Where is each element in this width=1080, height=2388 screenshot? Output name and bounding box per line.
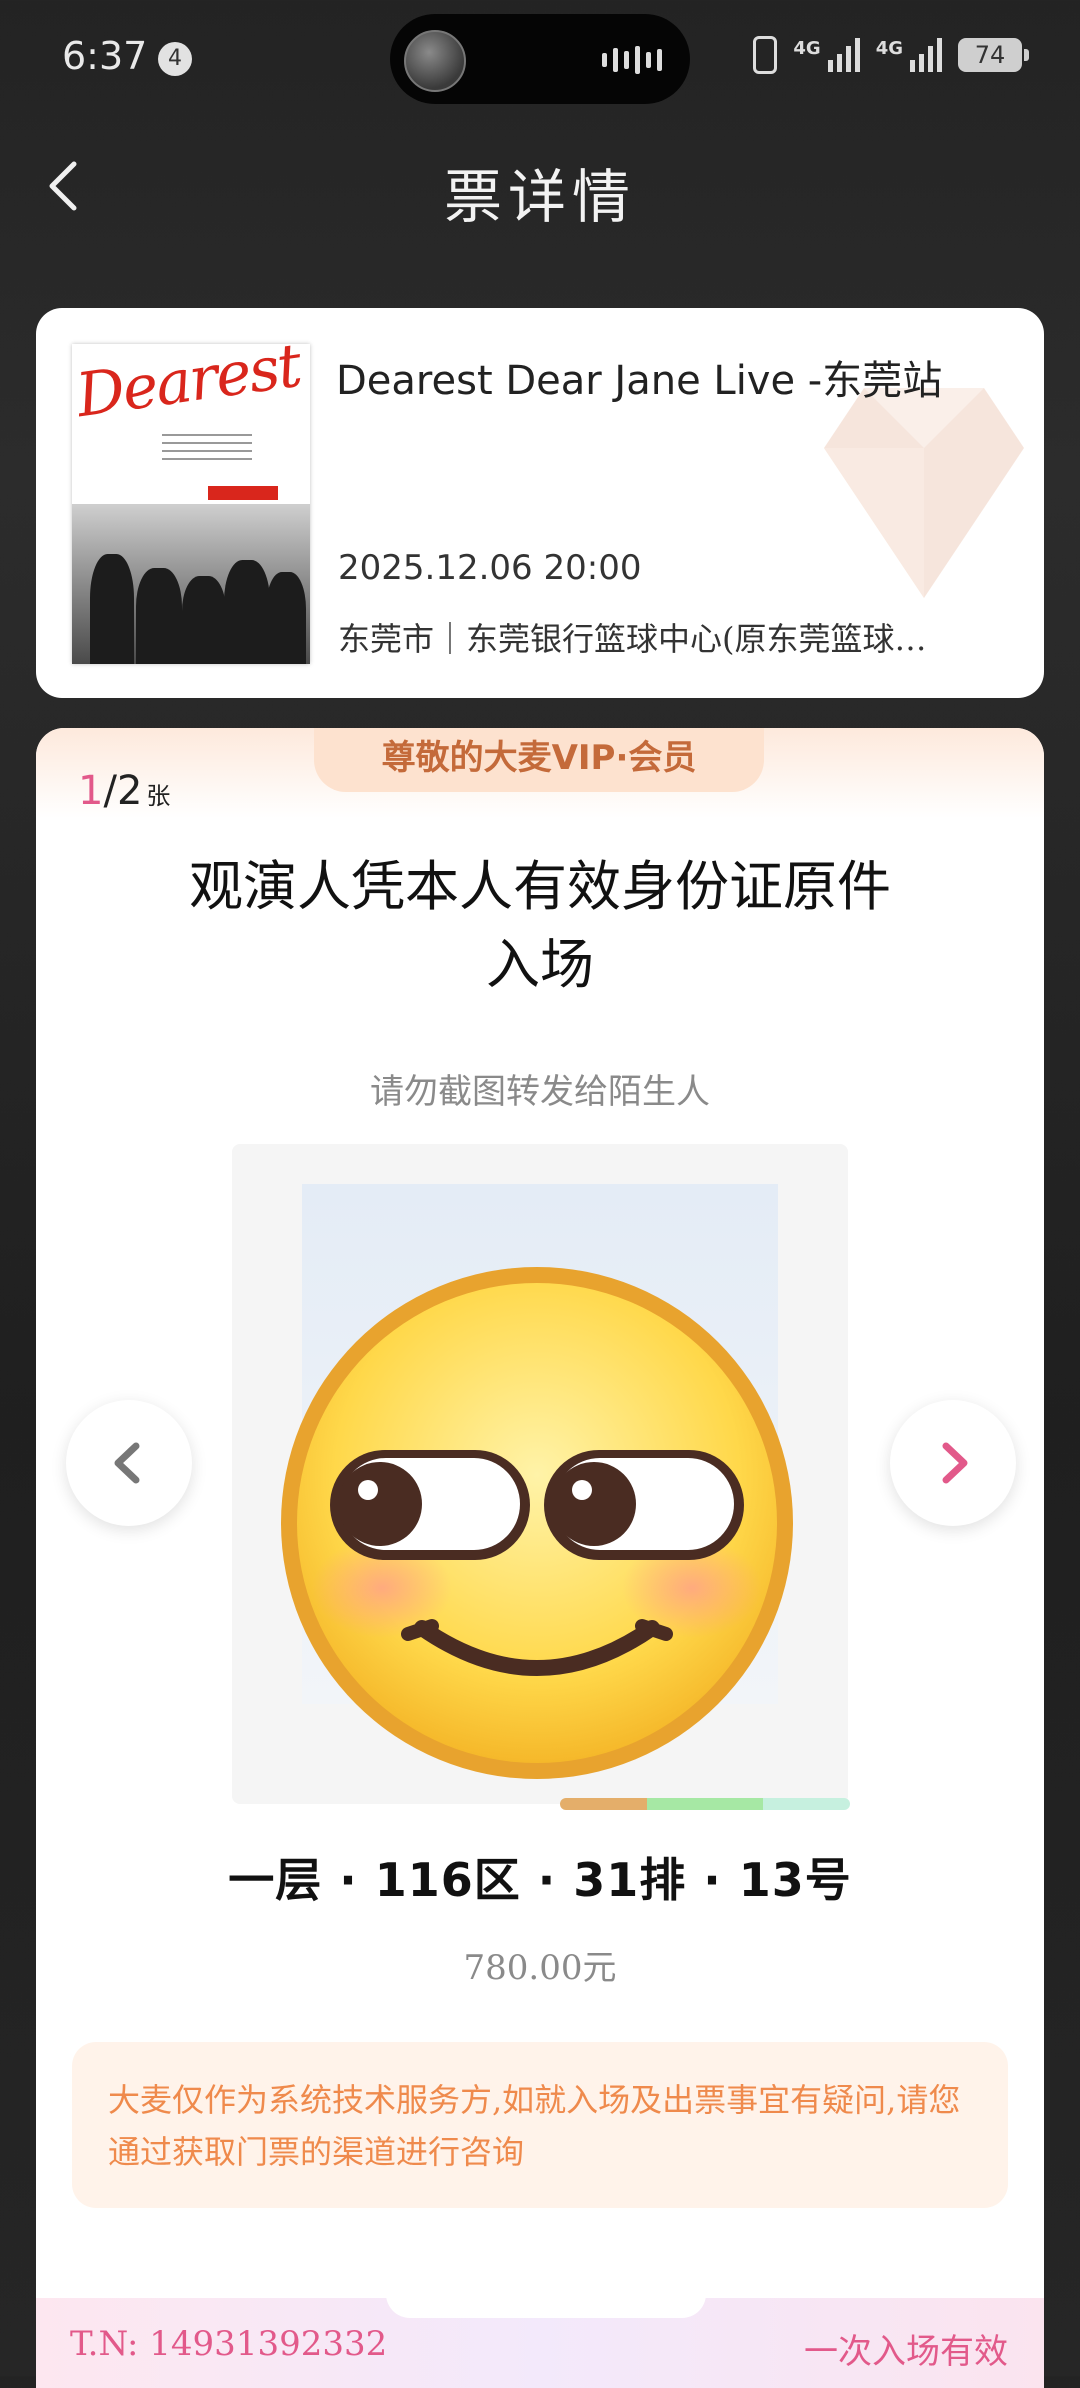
seat-info: 一层 · 116区 · 31排 · 13号 [228, 1853, 852, 1907]
vip-member-banner: 尊敬的大麦VIP·会员 [314, 728, 764, 792]
status-time: 6:37 [62, 34, 148, 78]
qr-refresh-progress [560, 1798, 850, 1810]
event-card[interactable]: Dearest Dearest Dear Jane Live -东莞站 2025… [36, 308, 1044, 698]
system-icons: 4G 4G 74 [753, 36, 1029, 74]
ticket-price: 780.00元 [463, 1948, 617, 1988]
notification-count-badge: 4 [158, 42, 192, 76]
event-poster: Dearest [72, 344, 310, 664]
page-title: 票详情 [443, 163, 636, 231]
chevron-right-icon [942, 1442, 968, 1484]
ticket-card: 尊敬的大麦VIP·会员 1/2 张 观演人凭本人有效身份证原件 入场 请勿截图转发… [36, 728, 1044, 2388]
ticket-count-total: 2 [116, 768, 143, 814]
battery-icon: 74 [958, 38, 1029, 72]
ticket-count: 1/2 张 [78, 768, 171, 814]
event-datetime: 2025.12.06 20:00 [338, 548, 642, 588]
event-title: Dearest Dear Jane Live -东莞站 [336, 358, 943, 404]
band-photo [72, 504, 310, 664]
vibrate-icon [753, 36, 778, 74]
network-type-label: 4G [793, 38, 821, 59]
dynamic-island[interactable] [390, 14, 690, 104]
status-bar: 6:37 4 4G 4G 74 [0, 0, 1080, 120]
chevron-left-icon [114, 1442, 140, 1484]
event-venue: 东莞市｜东莞银行篮球中心(原东莞篮球… [338, 620, 927, 658]
signal-icon: 4G [793, 38, 860, 72]
audio-wave-icon [602, 46, 662, 74]
no-screenshot-notice: 请勿截图转发给陌生人 [370, 1072, 710, 1112]
media-thumbnail [404, 30, 466, 92]
smiling-face-emoji-icon [281, 1267, 793, 1779]
entry-notice: 观演人凭本人有效身份证原件 入场 [189, 855, 891, 996]
signal-icon-2: 4G [876, 38, 942, 72]
disclaimer-box: 大麦仅作为系统技术服务方,如就入场及出票事宜有疑问,请您通过获取门票的渠道进行咨… [72, 2042, 1008, 2208]
next-ticket-button[interactable] [890, 1400, 1016, 1526]
ticket-number: T.N: 14931392332 [70, 2324, 388, 2364]
ticket-count-current: 1 [78, 768, 104, 814]
prev-ticket-button[interactable] [66, 1400, 192, 1526]
valid-once-note: 一次入场有效 [804, 2332, 1008, 2372]
network-type-label-2: 4G [875, 38, 903, 59]
poster-logo: Dearest [72, 344, 305, 432]
